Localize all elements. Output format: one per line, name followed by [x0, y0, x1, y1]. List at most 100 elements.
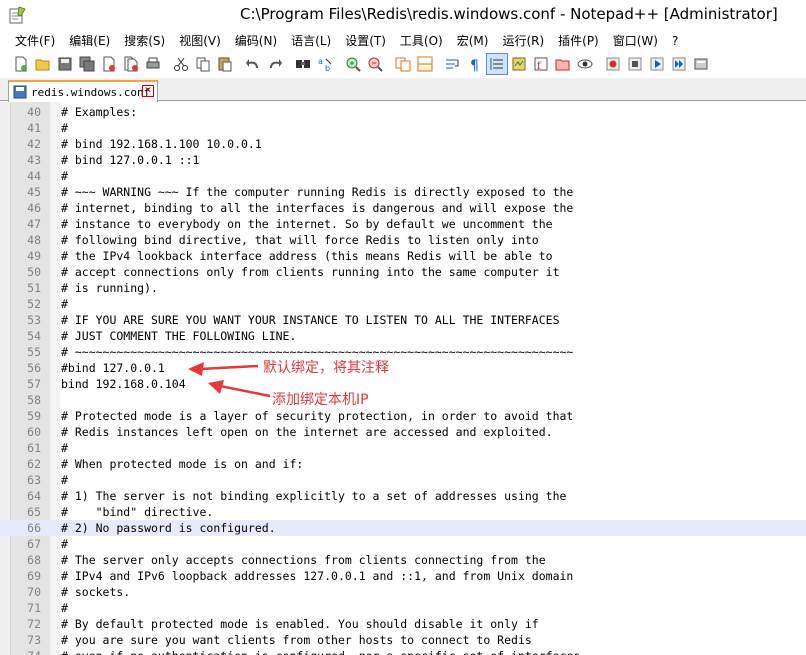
line-text[interactable]: # the IPv4 lookback interface address (t… [61, 248, 553, 264]
code-line[interactable]: 44 # [0, 168, 806, 184]
save-icon[interactable] [54, 53, 76, 75]
line-text[interactable]: # internet, binding to all the interface… [61, 200, 573, 216]
code-line[interactable]: 67 # [0, 536, 806, 552]
close-icon[interactable] [98, 53, 120, 75]
line-text[interactable]: # [61, 600, 68, 616]
code-lines[interactable]: 40 # Examples: 41 #42 # bind 192.168.1.100 1… [0, 104, 806, 655]
code-line[interactable]: 57 bind 192.168.0.104 [0, 376, 806, 392]
sync-horizontal-icon[interactable] [414, 53, 436, 75]
close-all-icon[interactable] [120, 53, 142, 75]
code-line[interactable]: 73 # you are sure you want clients from o… [0, 632, 806, 648]
run-macro-multiple-icon[interactable] [668, 53, 690, 75]
code-line[interactable]: 42 # bind 192.168.1.100 10.0.0.1 [0, 136, 806, 152]
line-text[interactable]: # even if no authentication is configure… [61, 648, 580, 655]
code-line[interactable]: 68 # The server only accepts connections … [0, 552, 806, 568]
code-line[interactable]: 60 # Redis instances left open on the int… [0, 424, 806, 440]
line-text[interactable]: # [61, 296, 68, 312]
code-line[interactable]: 74 # even if no authentication is configu… [0, 648, 806, 655]
menu-item-11[interactable]: 窗口(W) [606, 31, 665, 50]
menu-item-5[interactable]: 语言(L) [284, 31, 338, 50]
code-line[interactable]: 65 # "bind" directive. [0, 504, 806, 520]
code-line[interactable]: 62 # When protected mode is on and if: [0, 456, 806, 472]
word-wrap-icon[interactable] [442, 53, 464, 75]
menu-item-0[interactable]: 文件(F) [8, 31, 62, 50]
show-all-chars-icon[interactable]: ¶ [464, 53, 486, 75]
menu-item-1[interactable]: 编辑(E) [62, 31, 117, 50]
find-icon[interactable] [292, 53, 314, 75]
doc-map-icon[interactable] [508, 53, 530, 75]
tab-close-icon[interactable]: ✕ [142, 85, 154, 97]
line-text[interactable]: # Examples: [61, 104, 137, 120]
indent-guide-icon[interactable] [486, 52, 508, 75]
line-text[interactable]: # "bind" directive. [61, 504, 213, 520]
line-text[interactable]: # bind 192.168.1.100 10.0.0.1 [61, 136, 262, 152]
code-line[interactable]: 58 [0, 392, 806, 408]
menu-item-12[interactable]: ? [665, 31, 685, 50]
code-line[interactable]: 56 #bind 127.0.0.1 [0, 360, 806, 376]
line-text[interactable]: #bind 127.0.0.1 [61, 360, 165, 376]
line-text[interactable]: # JUST COMMENT THE FOLLOWING LINE. [61, 328, 296, 344]
zoom-in-icon[interactable] [342, 53, 364, 75]
line-text[interactable]: # [61, 120, 68, 136]
tab-redis-windows-conf[interactable]: redis.windows.conf ✕ [8, 80, 158, 102]
editor-area[interactable]: 40 # Examples: 41 #42 # bind 192.168.1.100 1… [0, 102, 806, 655]
code-line[interactable]: 61 # [0, 440, 806, 456]
code-line[interactable]: 46 # internet, binding to all the interfa… [0, 200, 806, 216]
redo-icon[interactable] [264, 53, 286, 75]
line-text[interactable]: # sockets. [61, 584, 130, 600]
line-text[interactable]: # The server only accepts connections fr… [61, 552, 546, 568]
line-text[interactable]: # Redis instances left open on the inter… [61, 424, 553, 440]
notepadpp-app-icon[interactable] [8, 6, 26, 24]
play-macro-icon[interactable] [646, 53, 668, 75]
line-text[interactable]: # instance to everybody on the internet.… [61, 216, 553, 232]
line-text[interactable]: # accept connections only from clients r… [61, 264, 560, 280]
code-line[interactable]: 66 # 2) No password is configured. [0, 520, 806, 536]
stop-macro-icon[interactable] [624, 53, 646, 75]
line-text[interactable]: # following bind directive, that will fo… [61, 232, 539, 248]
code-line[interactable]: 71 # [0, 600, 806, 616]
code-line[interactable]: 64 # 1) The server is not binding explici… [0, 488, 806, 504]
line-text[interactable]: # you are sure you want clients from oth… [61, 632, 532, 648]
code-line[interactable]: 70 # sockets. [0, 584, 806, 600]
line-text[interactable]: # [61, 168, 68, 184]
print-icon[interactable] [142, 53, 164, 75]
cut-icon[interactable] [170, 53, 192, 75]
new-file-icon[interactable] [10, 53, 32, 75]
line-text[interactable]: # [61, 440, 68, 456]
menu-item-9[interactable]: 运行(R) [495, 31, 551, 50]
line-text[interactable]: # IF YOU ARE SURE YOU WANT YOUR INSTANCE… [61, 312, 560, 328]
line-text[interactable]: # IPv4 and IPv6 loopback addresses 127.0… [61, 568, 573, 584]
replace-icon[interactable]: ab [314, 53, 336, 75]
code-line[interactable]: 55 # ~~~~~~~~~~~~~~~~~~~~~~~~~~~~~~~~~~~~… [0, 344, 806, 360]
code-line[interactable]: 53 # IF YOU ARE SURE YOU WANT YOUR INSTAN… [0, 312, 806, 328]
code-line[interactable]: 48 # following bind directive, that will … [0, 232, 806, 248]
function-list-icon[interactable]: f [530, 53, 552, 75]
menu-item-3[interactable]: 视图(V) [172, 31, 228, 50]
zoom-out-icon[interactable] [364, 53, 386, 75]
line-text[interactable]: # ~~~ WARNING ~~~ If the computer runnin… [61, 184, 573, 200]
line-text[interactable]: # By default protected mode is enabled. … [61, 616, 539, 632]
paste-icon[interactable] [214, 53, 236, 75]
line-text[interactable]: bind 192.168.0.104 [61, 376, 186, 392]
menu-item-4[interactable]: 编码(N) [228, 31, 284, 50]
line-text[interactable]: # bind 127.0.0.1 ::1 [61, 152, 199, 168]
folder-workspace-icon[interactable] [552, 53, 574, 75]
sync-vertical-icon[interactable] [392, 53, 414, 75]
menu-item-6[interactable]: 设置(T) [338, 31, 393, 50]
save-all-icon[interactable] [76, 53, 98, 75]
code-line[interactable]: 51 # is running). [0, 280, 806, 296]
copy-icon[interactable] [192, 53, 214, 75]
line-text[interactable]: # Protected mode is a layer of security … [61, 408, 573, 424]
code-line[interactable]: 50 # accept connections only from clients… [0, 264, 806, 280]
menu-item-8[interactable]: 宏(M) [450, 31, 496, 50]
code-line[interactable]: 59 # Protected mode is a layer of securit… [0, 408, 806, 424]
code-line[interactable]: 52 # [0, 296, 806, 312]
line-text[interactable]: # [61, 536, 68, 552]
code-line[interactable]: 45 # ~~~ WARNING ~~~ If the computer runn… [0, 184, 806, 200]
line-text[interactable]: # 1) The server is not binding explicitl… [61, 488, 566, 504]
code-line[interactable]: 72 # By default protected mode is enabled… [0, 616, 806, 632]
code-line[interactable]: 43 # bind 127.0.0.1 ::1 [0, 152, 806, 168]
monitor-icon[interactable] [574, 53, 596, 75]
line-text[interactable]: # 2) No password is configured. [61, 520, 276, 536]
menu-item-10[interactable]: 插件(P) [551, 31, 606, 50]
